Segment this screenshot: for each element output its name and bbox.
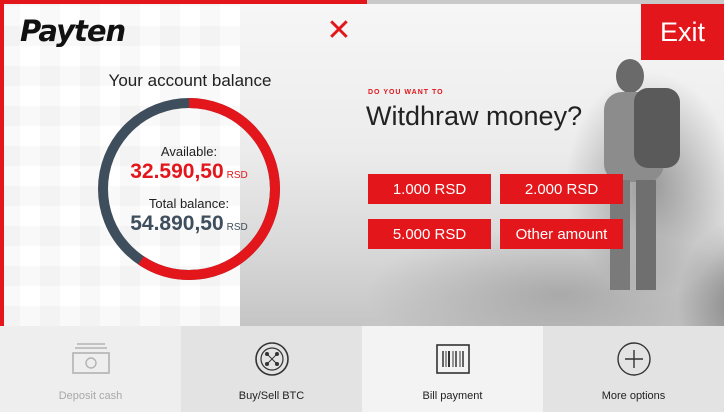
buy-sell-btc-tile[interactable]: Buy/Sell BTC xyxy=(181,326,362,412)
close-icon[interactable]: ✕ xyxy=(326,16,352,46)
deposit-cash-tile[interactable]: Deposit cash xyxy=(0,326,181,412)
available-label: Available: xyxy=(160,144,218,159)
total-label: Total balance: xyxy=(148,196,230,211)
buy-sell-btc-label: Buy/Sell BTC xyxy=(238,390,305,402)
cash-icon xyxy=(71,343,110,374)
payten-logo: Payten xyxy=(20,14,126,48)
more-options-tile[interactable]: More options xyxy=(543,326,724,412)
available-currency: RSD xyxy=(226,170,248,181)
bitcoin-icon xyxy=(254,342,289,376)
total-value: 54.890,50 RSD xyxy=(130,212,248,235)
amount-button-5000[interactable]: 5.000 RSD xyxy=(368,219,491,249)
exit-button[interactable]: Exit xyxy=(641,4,724,60)
amount-button-2000[interactable]: 2.000 RSD xyxy=(500,174,623,204)
bill-payment-tile[interactable]: Bill payment xyxy=(362,326,543,412)
available-value: 32.590,50 RSD xyxy=(130,160,248,183)
amount-button-other[interactable]: Other amount xyxy=(500,219,623,249)
deposit-cash-label: Deposit cash xyxy=(58,390,123,402)
withdraw-question: Witdhraw money? xyxy=(366,101,583,131)
withdraw-kicker: DO YOU WANT TO xyxy=(368,89,444,96)
balance-title: Your account balance xyxy=(108,71,272,90)
plus-icon xyxy=(616,342,651,376)
bill-payment-label: Bill payment xyxy=(422,390,483,402)
balance-values: Available: 32.590,50 RSD Total balance: 5… xyxy=(96,96,282,282)
more-options-label: More options xyxy=(601,390,666,402)
top-accent-bar xyxy=(0,0,367,4)
bottom-actions: Deposit cash Buy/Sell BTC Bill payment M… xyxy=(0,326,724,412)
total-currency: RSD xyxy=(226,222,248,233)
barcode-icon xyxy=(435,344,470,374)
amount-button-1000[interactable]: 1.000 RSD xyxy=(368,174,491,204)
